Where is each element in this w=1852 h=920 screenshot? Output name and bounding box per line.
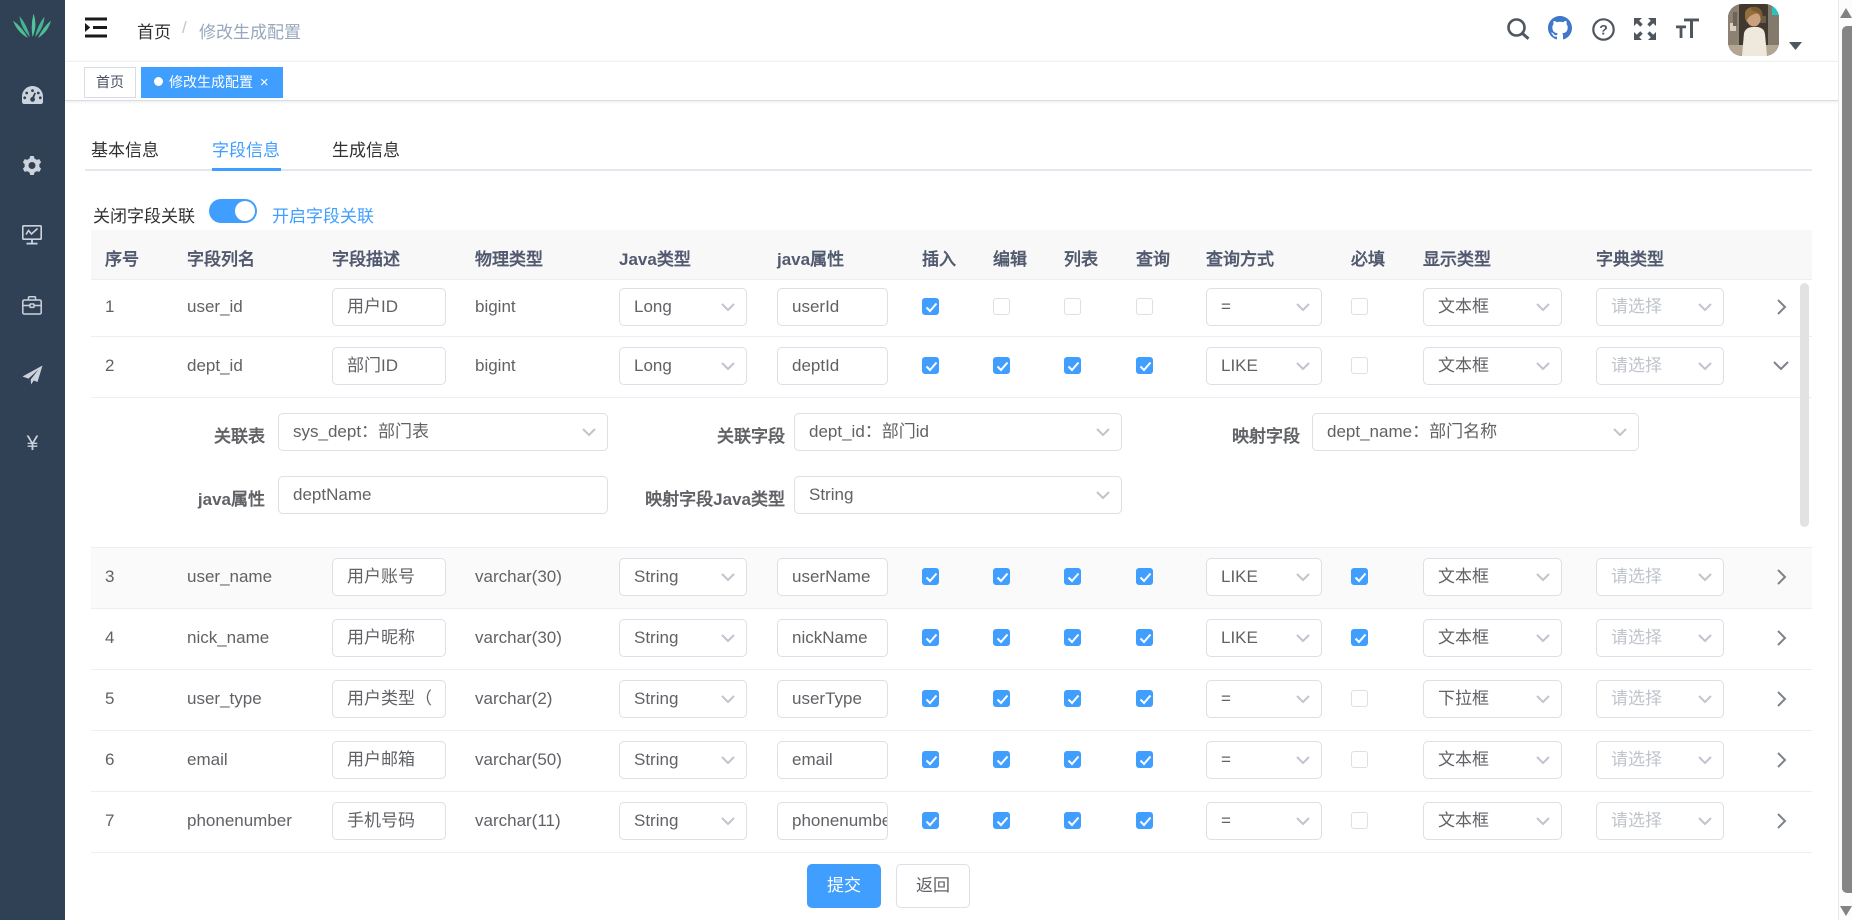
svg-text:?: ? bbox=[1599, 22, 1608, 38]
